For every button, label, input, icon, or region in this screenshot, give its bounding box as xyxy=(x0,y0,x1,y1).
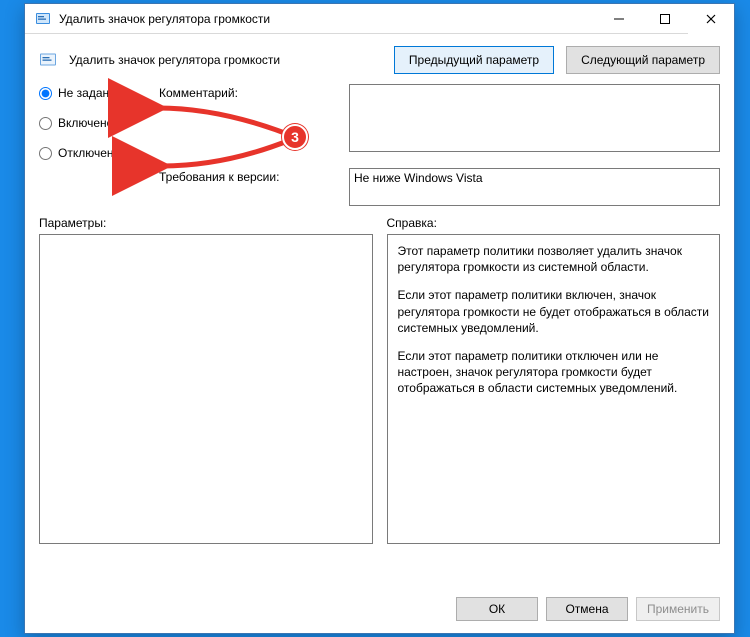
lower-panels: Параметры: Справка: Этот параметр полити… xyxy=(39,216,720,581)
help-panel: Этот параметр политики позволяет удалить… xyxy=(387,234,721,544)
radio-disabled-input[interactable] xyxy=(39,147,52,160)
options-label: Параметры: xyxy=(39,216,373,230)
settings-grid: Не задано Включено Отключено Комментарий… xyxy=(39,84,720,206)
radio-not-configured-label: Не задано xyxy=(58,86,116,100)
radio-enabled-input[interactable] xyxy=(39,117,52,130)
policy-title: Удалить значок регулятора громкости xyxy=(69,53,280,67)
requirements-field xyxy=(349,168,720,206)
radio-disabled[interactable]: Отключено xyxy=(39,146,149,160)
radio-enabled[interactable]: Включено xyxy=(39,116,149,130)
ok-button[interactable]: ОК xyxy=(456,597,538,621)
window-title: Удалить значок регулятора громкости xyxy=(59,12,270,26)
maximize-button[interactable] xyxy=(642,4,688,34)
header-row: Удалить значок регулятора громкости Пред… xyxy=(39,46,720,74)
radio-disabled-label: Отключено xyxy=(58,146,120,160)
help-paragraph: Если этот параметр политики отключен или… xyxy=(398,348,710,397)
minimize-button[interactable] xyxy=(596,4,642,34)
policy-editor-window: Удалить значок регулятора громкости Удал… xyxy=(24,3,735,634)
titlebar: Удалить значок регулятора громкости xyxy=(25,4,734,34)
options-panel xyxy=(39,234,373,544)
help-paragraph: Если этот параметр политики включен, зна… xyxy=(398,287,710,336)
comment-label: Комментарий: xyxy=(159,84,339,100)
apply-button[interactable]: Применить xyxy=(636,597,720,621)
help-label: Справка: xyxy=(387,216,721,230)
radio-not-configured[interactable]: Не задано xyxy=(39,86,149,100)
radio-not-configured-input[interactable] xyxy=(39,87,52,100)
previous-setting-button[interactable]: Предыдущий параметр xyxy=(394,46,554,74)
comment-input[interactable] xyxy=(349,84,720,152)
next-setting-button[interactable]: Следующий параметр xyxy=(566,46,720,74)
policy-icon xyxy=(39,51,57,69)
app-icon xyxy=(35,11,51,27)
close-button[interactable] xyxy=(688,4,734,34)
dialog-footer: ОК Отмена Применить xyxy=(39,591,720,621)
state-radio-group: Не задано Включено Отключено xyxy=(39,84,149,160)
help-paragraph: Этот параметр политики позволяет удалить… xyxy=(398,243,710,275)
cancel-button[interactable]: Отмена xyxy=(546,597,628,621)
requirements-label: Требования к версии: xyxy=(159,168,339,184)
radio-enabled-label: Включено xyxy=(58,116,113,130)
annotation-badge-3: 3 xyxy=(282,124,308,150)
